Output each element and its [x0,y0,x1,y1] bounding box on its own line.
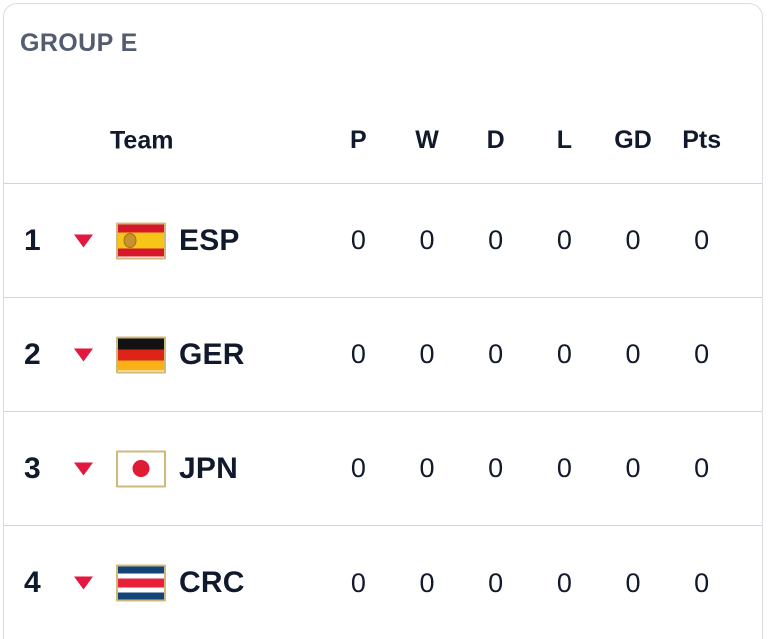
stat-w: 0 [419,567,435,598]
team-cell[interactable]: 4 CRC [4,526,324,639]
table-row[interactable]: 4 CRC 0 0 0 0 0 0 [4,526,762,639]
stat-gd: 0 [625,339,641,369]
stat-p: 0 [350,567,366,598]
triangle-down-icon [74,348,93,361]
column-header-p: P [349,126,367,154]
column-header-l: L [556,126,572,154]
triangle-down-icon [74,576,93,590]
triangle-down-icon [74,462,93,475]
stat-p: 0 [350,225,366,255]
stat-pts: 0 [694,567,710,598]
stat-gd: 0 [625,567,641,598]
table-row[interactable]: 1 ESP 0 0 0 0 0 0 [4,184,762,298]
stat-d: 0 [488,567,504,598]
page-title: GROUP E [20,29,138,57]
flag-japan [116,450,166,487]
stat-l: 0 [556,453,572,483]
rank-position: 4 [24,566,41,599]
column-header-gd: GD [614,126,652,154]
table-row[interactable]: 2 GER 0 0 0 0 0 0 [4,298,762,412]
flag-costa-rica [116,564,166,602]
row-stats-group: 0 0 0 0 0 0 [324,298,762,411]
stat-gd: 0 [625,453,641,483]
stat-w: 0 [419,339,435,369]
table-header-row: Team P W D L GD Pts [4,98,762,184]
stat-pts: 0 [694,225,710,255]
flag-germany [116,336,166,373]
column-header-w: W [415,126,439,154]
stat-d: 0 [488,453,504,483]
rank-position: 3 [24,451,41,485]
stat-d: 0 [488,339,504,369]
stat-w: 0 [419,225,435,255]
team-cell[interactable]: 2 GER [4,298,324,411]
column-header-pts: Pts [682,126,722,154]
team-code: JPN [179,451,238,485]
flag-spain [116,222,166,259]
screen: GROUP E Team P W D L GD Pts 1 ESP 0 0 0 … [0,0,768,639]
stat-l: 0 [556,339,572,369]
standings-table: Team P W D L GD Pts 1 ESP 0 0 0 0 0 0 2 … [4,98,762,639]
stat-pts: 0 [694,453,710,483]
row-stats-group: 0 0 0 0 0 0 [324,412,762,525]
stat-p: 0 [350,339,366,369]
stat-l: 0 [556,567,572,598]
column-header-d: D [486,126,505,154]
stat-d: 0 [488,225,504,255]
team-cell[interactable]: 3 JPN [4,412,324,525]
column-header-team: Team [110,126,174,154]
stat-gd: 0 [625,225,641,255]
team-code: CRC [179,566,245,599]
stat-w: 0 [419,453,435,483]
row-stats-group: 0 0 0 0 0 0 [324,184,762,297]
rank-position: 2 [24,337,41,371]
rank-position: 1 [24,223,41,257]
group-standings-card: GROUP E Team P W D L GD Pts 1 ESP 0 0 0 … [3,3,763,639]
team-code: ESP [179,223,240,257]
stat-p: 0 [350,453,366,483]
triangle-down-icon [74,234,93,247]
stat-pts: 0 [694,339,710,369]
row-stats-group: 0 0 0 0 0 0 [324,526,762,639]
stat-l: 0 [556,225,572,255]
header-team-cell: Team [4,98,324,183]
table-row[interactable]: 3 JPN 0 0 0 0 0 0 [4,412,762,526]
header-stats-group: P W D L GD Pts [324,98,762,183]
team-code: GER [179,337,245,371]
team-cell[interactable]: 1 ESP [4,184,324,297]
